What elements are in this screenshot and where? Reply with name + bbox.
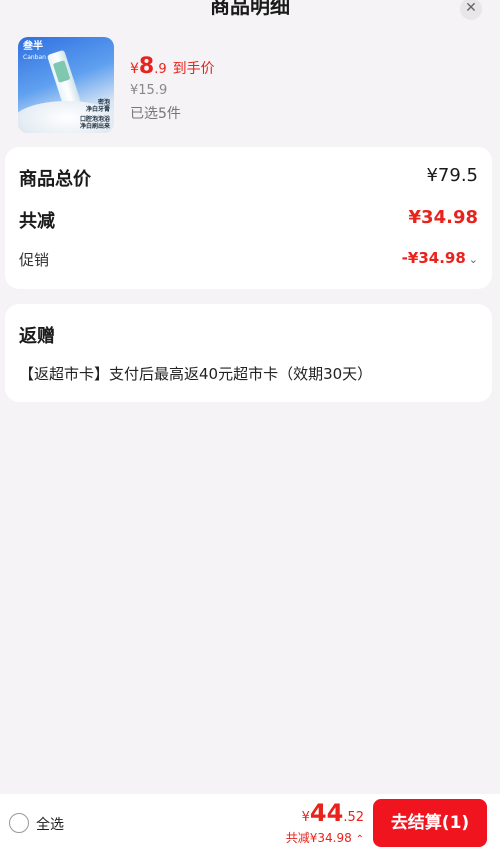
total-row: 商品总价 ¥79.5 — [19, 165, 478, 190]
promo-label: 促销 — [19, 251, 50, 269]
select-all-radio[interactable] — [9, 813, 29, 833]
image-brand-logo: 叁半 Canban — [23, 41, 46, 61]
total-value: ¥79.5 — [426, 165, 478, 186]
gift-title: 返赠 — [19, 326, 55, 347]
price-summary-card: 商品总价 ¥79.5 共减 ¥34.98 促销 -¥34.98 ⌄ — [5, 147, 492, 289]
selected-count: 已选5件 — [130, 106, 181, 122]
reduce-row: 共减 ¥34.98 — [19, 207, 478, 232]
reduce-value: ¥34.98 — [408, 207, 478, 228]
sheet-title: 商品明细 — [210, 0, 290, 18]
chevron-up-icon: ⌃ — [355, 834, 364, 845]
image-tag-2: 口腔泡泡浴 净白刷出来 — [79, 116, 110, 130]
chevron-down-icon[interactable]: ⌄ — [469, 253, 478, 266]
promo-value: -¥34.98 — [401, 249, 466, 267]
gift-description: 【返超市卡】支付后最高返40元超市卡（效期30天） — [19, 365, 373, 383]
footer-total-price: ¥44.52 — [301, 799, 364, 827]
product-detail-sheet: 商品明细 ✕ 叁半 Canban 密泡 净白牙膏 口腔泡泡浴 净白刷出来 ¥8.9 到… — [0, 0, 500, 851]
gift-card: 返赠 【返超市卡】支付后最高返40元超市卡（效期30天） — [5, 304, 492, 402]
select-all-label[interactable]: 全选 — [36, 814, 64, 834]
promo-row[interactable]: 促销 -¥34.98 ⌄ — [19, 249, 478, 273]
reduce-label: 共减 — [19, 211, 55, 232]
total-label: 商品总价 — [19, 169, 91, 190]
final-price-tip: 到手价 — [172, 61, 215, 77]
product-image[interactable]: 叁半 Canban 密泡 净白牙膏 口腔泡泡浴 净白刷出来 — [18, 37, 114, 133]
final-price: ¥8.9 到手价 — [130, 54, 215, 79]
checkout-bar: 全选 ¥44.52 共减¥34.98 ⌃ 去结算(1) — [0, 794, 500, 851]
footer-saved-amount[interactable]: 共减¥34.98 ⌃ — [286, 829, 364, 846]
original-price: ¥15.9 — [130, 83, 168, 98]
promo-value-wrap[interactable]: -¥34.98 ⌄ — [402, 249, 478, 267]
checkout-button[interactable]: 去结算(1) — [373, 799, 487, 847]
image-tag-1: 密泡 净白牙膏 — [85, 99, 110, 113]
product-item: 叁半 Canban 密泡 净白牙膏 口腔泡泡浴 净白刷出来 ¥8.9 到手价 ¥15.… — [18, 37, 488, 133]
